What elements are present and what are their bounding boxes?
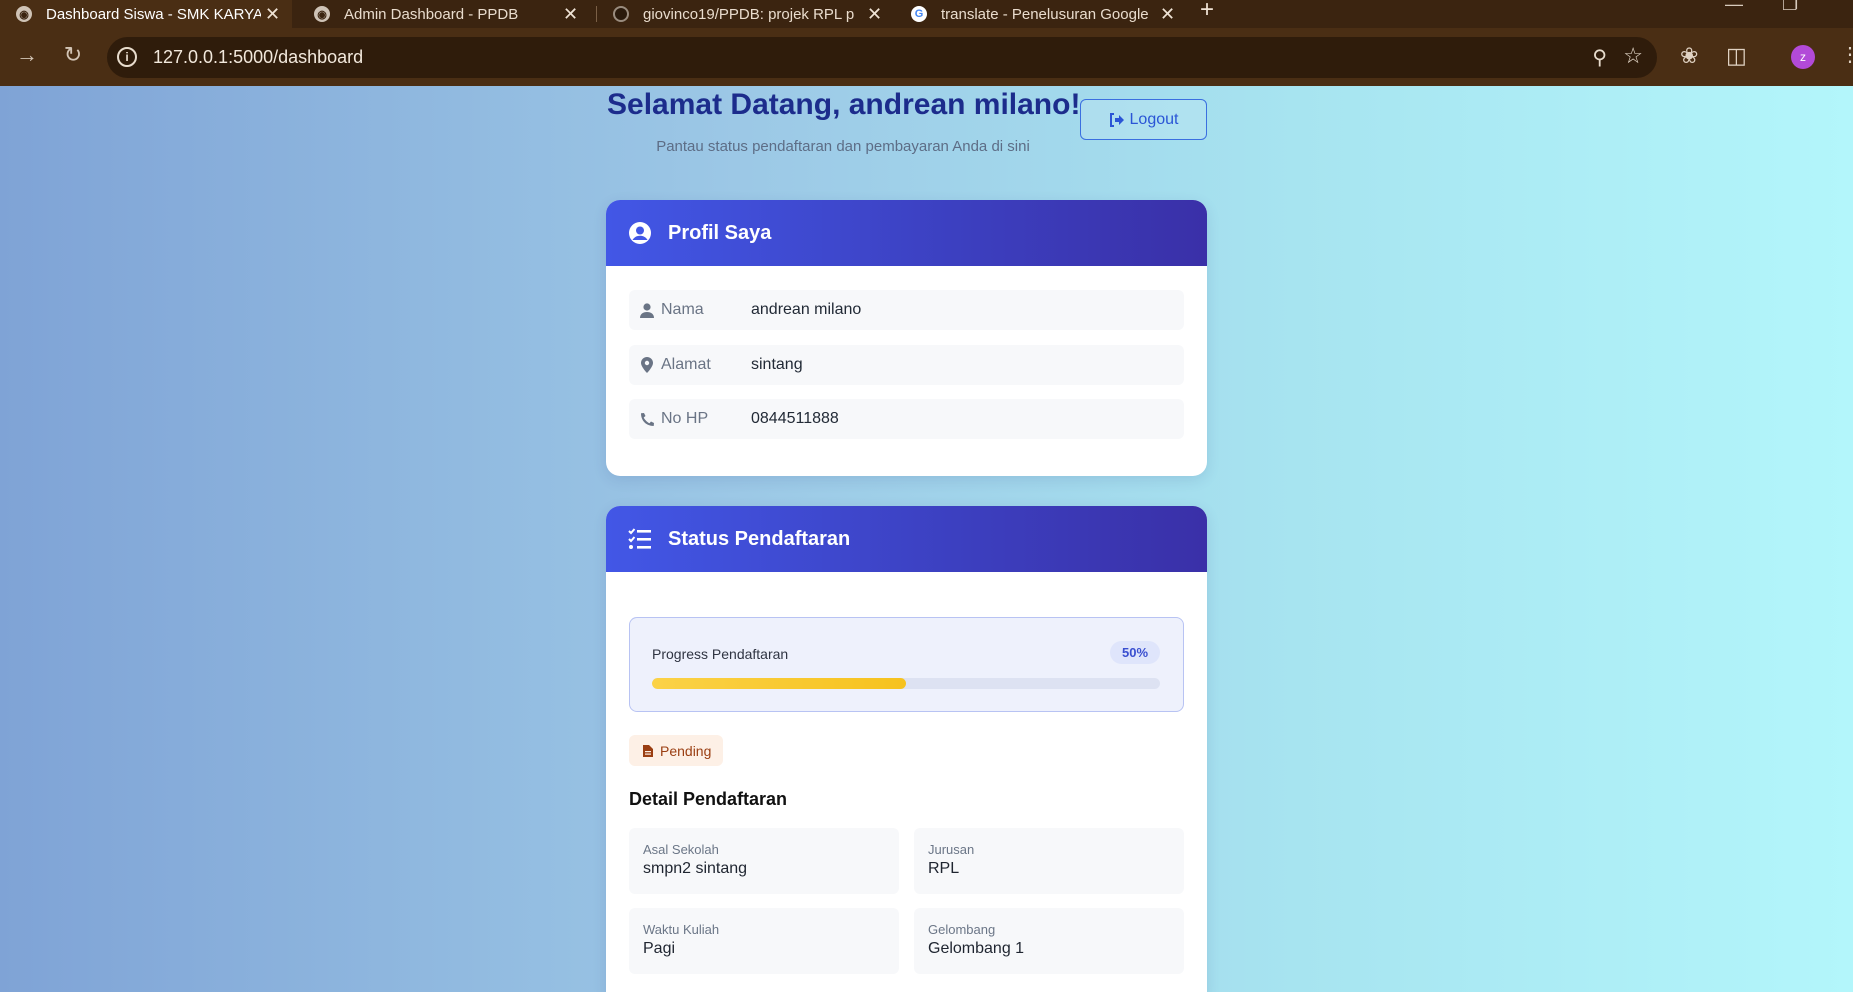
minimize-icon[interactable]: — <box>1725 0 1743 15</box>
detail-asal-sekolah: Asal Sekolah smpn2 sintang <box>629 828 899 894</box>
logout-button[interactable]: Logout <box>1080 99 1207 140</box>
google-icon: G <box>911 6 927 22</box>
field-value: 0844511888 <box>751 410 839 427</box>
field-value: andrean milano <box>751 301 862 318</box>
detail-value: Gelombang 1 <box>928 940 1025 957</box>
close-icon[interactable]: ✕ <box>867 4 882 25</box>
tab-admin-dashboard[interactable]: ◉ Admin Dashboard - PPDB ✕ <box>298 0 590 28</box>
detail-section-title: Detail Pendaftaran <box>629 789 788 809</box>
tab-dashboard-siswa[interactable]: ◉ Dashboard Siswa - SMK KARYA ✕ <box>0 0 292 28</box>
map-pin-icon <box>639 357 655 373</box>
progress-fill <box>652 678 906 689</box>
status-badge-label: Pending <box>660 742 712 759</box>
profile-card: Profil Saya Nama andrean milano Alamat s… <box>606 200 1207 476</box>
detail-label: Waktu Kuliah <box>643 922 720 937</box>
logout-icon <box>1109 112 1124 127</box>
user-circle-icon <box>629 222 651 244</box>
profile-row-nohp: No HP 0844511888 <box>629 399 1184 439</box>
field-label: Nama <box>661 301 704 318</box>
detail-label: Jurusan <box>928 842 975 857</box>
detail-value: Pagi <box>643 940 676 957</box>
profile-card-header: Profil Saya <box>606 200 1207 266</box>
progress-track <box>652 678 1160 689</box>
user-icon <box>639 302 655 318</box>
profile-row-nama: Nama andrean milano <box>629 290 1184 330</box>
globe-icon: ◉ <box>16 6 32 22</box>
restore-icon[interactable]: ❐ <box>1782 0 1798 15</box>
globe-icon: ◉ <box>314 6 330 22</box>
tab-title: Admin Dashboard - PPDB <box>344 5 519 23</box>
browser-toolbar: → ↻ i 127.0.0.1:5000/dashboard ⚲ ☆ ❀ ◫ z… <box>0 28 1853 86</box>
status-card: Status Pendaftaran Progress Pendaftaran … <box>606 506 1207 992</box>
close-icon[interactable]: ✕ <box>265 4 280 25</box>
tab-github-ppdb[interactable]: giovinco19/PPDB: projek RPL p ✕ <box>597 0 889 28</box>
site-info-icon[interactable]: i <box>117 47 137 67</box>
address-bar[interactable]: i 127.0.0.1:5000/dashboard ⚲ ☆ <box>107 37 1657 78</box>
close-icon[interactable]: ✕ <box>563 4 578 25</box>
bookmark-star-icon[interactable]: ☆ <box>1623 43 1643 69</box>
puzzle-extensions-icon[interactable]: ◫ <box>1726 43 1747 69</box>
list-check-icon <box>628 528 651 549</box>
profile-avatar[interactable]: z <box>1791 45 1815 69</box>
progress-panel: Progress Pendaftaran 50% <box>629 617 1184 712</box>
zoom-icon[interactable]: ⚲ <box>1592 45 1607 70</box>
field-value: sintang <box>751 356 803 373</box>
detail-value: RPL <box>928 860 960 877</box>
detail-value: smpn2 sintang <box>643 860 748 877</box>
progress-percent-badge: 50% <box>1110 641 1160 664</box>
detail-waktu-kuliah: Waktu Kuliah Pagi <box>629 908 899 974</box>
phone-icon <box>639 412 655 427</box>
status-card-header: Status Pendaftaran <box>606 506 1207 572</box>
field-label: No HP <box>661 410 709 427</box>
page-subtitle: Pantau status pendaftaran dan pembayaran… <box>656 138 1030 155</box>
page-title: Selamat Datang, andrean milano! <box>607 88 1081 121</box>
github-icon <box>613 6 629 22</box>
profile-card-title: Profil Saya <box>668 221 772 244</box>
detail-jurusan: Jurusan RPL <box>914 828 1184 894</box>
reload-icon[interactable]: ↻ <box>58 42 88 68</box>
forward-icon[interactable]: → <box>12 42 42 68</box>
browser-tab-strip: ◉ Dashboard Siswa - SMK KARYA ✕ ◉ Admin … <box>0 0 1853 28</box>
detail-label: Asal Sekolah <box>643 842 719 857</box>
file-icon <box>643 744 653 757</box>
profile-row-alamat: Alamat sintang <box>629 345 1184 385</box>
extension-icon[interactable]: ❀ <box>1680 43 1698 69</box>
page-viewport: Selamat Datang, andrean milano! Pantau s… <box>0 86 1853 992</box>
field-label: Alamat <box>661 356 711 373</box>
browser-menu-icon[interactable]: ⋮ <box>1840 42 1853 67</box>
status-card-title: Status Pendaftaran <box>668 527 851 550</box>
progress-label: Progress Pendaftaran <box>652 646 789 662</box>
close-icon[interactable]: ✕ <box>1160 4 1175 25</box>
tab-title: giovinco19/PPDB: projek RPL p <box>643 5 855 23</box>
new-tab-icon[interactable]: + <box>1200 0 1214 24</box>
tab-google-translate[interactable]: G translate - Penelusuran Google ✕ <box>895 0 1187 28</box>
detail-gelombang: Gelombang Gelombang 1 <box>914 908 1184 974</box>
status-badge: Pending <box>629 735 723 766</box>
detail-label: Gelombang <box>928 922 996 937</box>
logout-label: Logout <box>1129 110 1179 128</box>
url-text[interactable]: 127.0.0.1:5000/dashboard <box>153 47 363 68</box>
tab-title: translate - Penelusuran Google <box>941 5 1149 23</box>
tab-title: Dashboard Siswa - SMK KARYA <box>46 5 261 23</box>
